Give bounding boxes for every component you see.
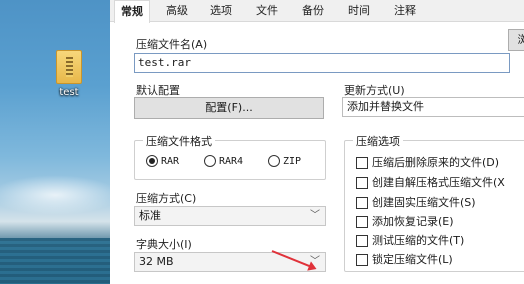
- profiles-button[interactable]: 配置(F)...: [134, 97, 324, 119]
- option-label: 创建自解压格式压缩文件(X: [372, 176, 505, 189]
- option-delete-after[interactable]: 压缩后删除原来的文件(D): [356, 154, 499, 170]
- options-group-title: 压缩选项: [353, 133, 403, 149]
- option-recovery-record[interactable]: 添加恢复记录(E): [356, 213, 454, 229]
- checkbox: [356, 197, 368, 209]
- format-radio-rar4[interactable]: RAR4: [204, 155, 243, 167]
- method-value: 标准: [139, 209, 161, 222]
- profile-label: 默认配置: [136, 84, 180, 97]
- sea: [0, 238, 110, 284]
- dictionary-value: 32 MB: [139, 255, 174, 268]
- chevron-down-icon: ﹀: [310, 210, 320, 221]
- tab-options[interactable]: 选项: [204, 0, 238, 22]
- tab-advanced[interactable]: 高级: [160, 0, 194, 22]
- method-label: 压缩方式(C): [136, 192, 197, 205]
- tab-bar: 常规 高级 选项 文件 备份 时间 注释: [110, 0, 524, 23]
- tab-comment[interactable]: 注释: [388, 0, 422, 22]
- desktop-folder-icon[interactable]: test: [44, 50, 94, 98]
- browse-button[interactable]: 浏: [508, 29, 524, 51]
- archive-name-label: 压缩文件名(A): [136, 38, 208, 51]
- option-label: 压缩后删除原来的文件(D): [372, 156, 500, 169]
- method-select[interactable]: 标准 ﹀: [134, 206, 326, 226]
- checkbox: [356, 216, 368, 228]
- desktop-background: test: [0, 0, 110, 284]
- checkbox: [356, 177, 368, 189]
- option-solid[interactable]: 创建固实压缩文件(S): [356, 194, 476, 210]
- tab-time[interactable]: 时间: [342, 0, 376, 22]
- option-label: 创建固实压缩文件(S): [372, 196, 476, 209]
- checkbox: [356, 157, 368, 169]
- format-group-title: 压缩文件格式: [143, 133, 215, 149]
- update-mode-value: 添加并替换文件: [347, 100, 424, 113]
- desktop-icon-label: test: [59, 87, 79, 98]
- radio-dot: [204, 155, 216, 167]
- tab-general[interactable]: 常规: [114, 0, 150, 23]
- option-lock-archive[interactable]: 锁定压缩文件(L): [356, 251, 453, 267]
- format-option-label: RAR4: [219, 156, 244, 167]
- option-create-sfx[interactable]: 创建自解压格式压缩文件(X: [356, 174, 505, 190]
- option-test-files[interactable]: 测试压缩的文件(T): [356, 232, 464, 248]
- checkbox: [356, 235, 368, 247]
- option-label: 添加恢复记录(E): [372, 215, 454, 228]
- zip-folder-icon: [56, 50, 82, 84]
- format-radio-rar[interactable]: RAR: [146, 155, 179, 167]
- archive-name-input[interactable]: test.rar: [134, 53, 510, 73]
- format-option-label: ZIP: [283, 156, 302, 167]
- radio-dot: [146, 155, 158, 167]
- archive-dialog: 常规 高级 选项 文件 备份 时间 注释 压缩文件名(A) test.rar 浏…: [110, 0, 524, 284]
- option-label: 测试压缩的文件(T): [372, 234, 465, 247]
- update-mode-select[interactable]: 添加并替换文件: [342, 97, 524, 117]
- checkbox: [356, 254, 368, 266]
- radio-dot: [268, 155, 280, 167]
- format-radio-zip[interactable]: ZIP: [268, 155, 301, 167]
- format-option-label: RAR: [161, 156, 180, 167]
- update-mode-label: 更新方式(U): [344, 84, 405, 97]
- dictionary-label: 字典大小(I): [136, 238, 192, 251]
- tab-files[interactable]: 文件: [250, 0, 284, 22]
- option-label: 锁定压缩文件(L): [372, 253, 453, 266]
- cloud: [0, 175, 110, 215]
- tab-backup[interactable]: 备份: [296, 0, 330, 22]
